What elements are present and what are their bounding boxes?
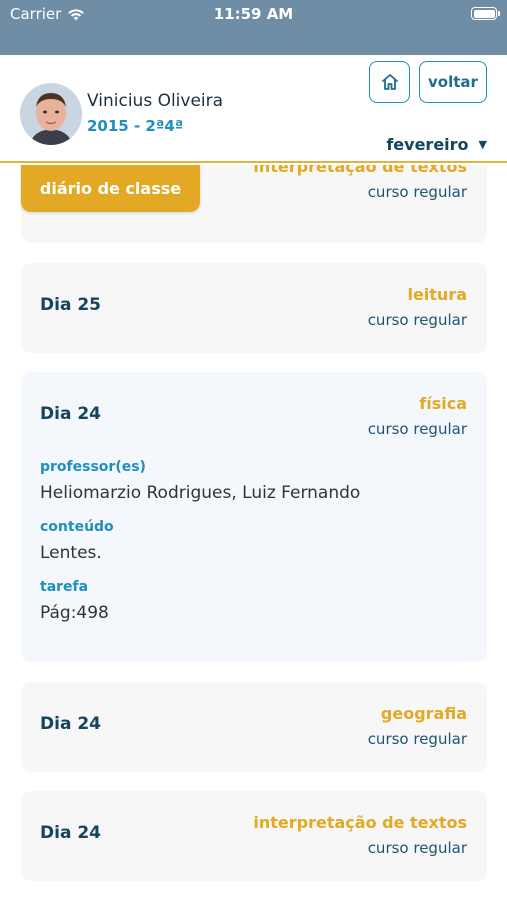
diary-tab-button[interactable]: diário de classe	[21, 165, 200, 212]
student-header: Vinicius Oliveira 2015 - 2ª4ª voltar fev…	[0, 55, 507, 163]
entry-subject: interpretação de textos	[253, 813, 467, 832]
content-value: Lentes.	[40, 543, 102, 563]
battery-level	[473, 9, 495, 18]
entry-subject: física	[419, 394, 467, 413]
list-item[interactable]: Dia 25 leitura curso regular	[21, 263, 487, 353]
month-label: fevereiro	[386, 135, 469, 154]
list-item[interactable]: Dia 24 interpretação de textos curso reg…	[21, 791, 487, 881]
entry-day: Dia 24	[40, 714, 101, 734]
homework-label: tarefa	[40, 579, 89, 595]
entry-subject: interpretação de textos	[253, 165, 467, 176]
teacher-label: professor(es)	[40, 459, 146, 475]
entry-course: curso regular	[367, 839, 467, 857]
diary-list[interactable]: interpretação de textos curso regular Di…	[0, 165, 507, 900]
entry-day: Dia 25	[40, 295, 101, 315]
entry-subject: leitura	[407, 285, 467, 304]
list-item[interactable]: Dia 24 geografia curso regular	[21, 682, 487, 772]
list-item-expanded[interactable]: Dia 24 física curso regular professor(es…	[21, 372, 487, 662]
homework-value: Pág:498	[40, 603, 109, 623]
entry-course: curso regular	[367, 311, 467, 329]
entry-course: curso regular	[367, 730, 467, 748]
caret-down-icon: ▼	[478, 138, 487, 151]
battery-icon	[471, 7, 500, 20]
entry-course: curso regular	[367, 183, 467, 201]
student-name: Vinicius Oliveira	[87, 91, 224, 111]
entry-course: curso regular	[367, 420, 467, 438]
entry-day: Dia 24	[40, 823, 101, 843]
student-class: 2015 - 2ª4ª	[87, 117, 184, 135]
avatar-photo	[20, 83, 82, 145]
teacher-value: Heliomarzio Rodrigues, Luiz Fernando	[40, 483, 361, 503]
entry-day: Dia 24	[40, 404, 101, 424]
home-button[interactable]	[369, 61, 410, 103]
avatar	[20, 83, 82, 145]
status-bar: Carrier 11:59 AM	[0, 0, 507, 55]
clock: 11:59 AM	[213, 5, 294, 23]
home-icon	[381, 74, 398, 90]
content-label: conteúdo	[40, 519, 114, 535]
entry-subject: geografia	[380, 704, 467, 723]
back-button[interactable]: voltar	[419, 61, 487, 103]
month-selector[interactable]: fevereiro ▼	[386, 135, 487, 154]
